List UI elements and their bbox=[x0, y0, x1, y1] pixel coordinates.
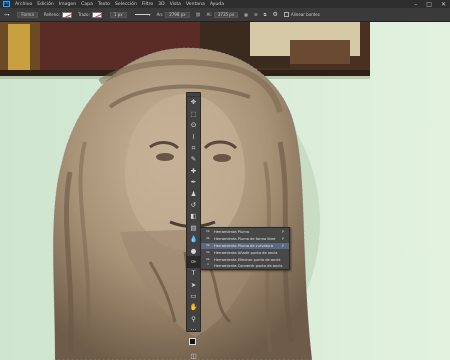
path-selection-tool-icon[interactable]: ➤ bbox=[187, 279, 200, 290]
flyout-item-label: Herramienta Pluma bbox=[214, 230, 249, 235]
maximize-icon[interactable]: □ bbox=[426, 1, 432, 8]
delete-anchor-point-icon: ✑ bbox=[205, 256, 211, 263]
window-controls: – □ ✕ bbox=[414, 0, 446, 8]
menu-seleccion[interactable]: Selección bbox=[115, 2, 137, 7]
menu-archivo[interactable]: Archivo bbox=[15, 2, 32, 7]
freeform-pen-icon: ✑ bbox=[205, 236, 211, 243]
fill-label: Relleno: bbox=[43, 12, 60, 17]
minimize-icon[interactable]: – bbox=[414, 1, 417, 8]
height-value: 3735 px bbox=[213, 11, 239, 18]
chevron-down-icon: ▾ bbox=[148, 12, 151, 17]
flyout-item-shortcut: P bbox=[281, 243, 284, 248]
lasso-tool-icon[interactable]: ʘ bbox=[187, 120, 200, 131]
mode-select[interactable]: Forma bbox=[15, 11, 38, 18]
menu-edicion[interactable]: Edición bbox=[37, 2, 54, 7]
convert-point-icon: ⌃ bbox=[205, 263, 211, 270]
pen-tool-icon[interactable]: ✑ bbox=[187, 256, 200, 268]
stroke-swatch[interactable] bbox=[91, 11, 102, 18]
move-tool-icon[interactable]: ✥ bbox=[187, 97, 200, 108]
path-operations-icon[interactable]: ▦ bbox=[244, 12, 248, 17]
path-alignment-icon[interactable]: ☰ bbox=[254, 12, 258, 17]
flyout-item-label: Herramienta Añadir punto de ancla bbox=[214, 250, 278, 255]
menu-ayuda[interactable]: Ayuda bbox=[210, 2, 224, 7]
foreground-color[interactable] bbox=[189, 338, 196, 346]
curvature-pen-icon: ✑ bbox=[205, 242, 211, 249]
tool-preset-picker[interactable]: ✑ ▾ bbox=[4, 12, 9, 17]
height-field[interactable]: Al: 3735 px bbox=[206, 11, 239, 18]
fill-swatch[interactable] bbox=[61, 11, 72, 18]
bust-photo bbox=[0, 22, 450, 360]
width-value: 2798 px bbox=[165, 11, 190, 18]
flyout-item-convert-point[interactable]: ⌃ Herramienta Convertir punto de ancla bbox=[201, 263, 289, 270]
flyout-item-shortcut: P bbox=[281, 230, 284, 235]
dodge-tool-icon[interactable]: ● bbox=[187, 245, 200, 256]
align-edges-checkbox[interactable]: Alinear bordes bbox=[283, 12, 320, 17]
menu-bar: Ps Archivo Edición Imagen Capa Texto Sel… bbox=[0, 0, 450, 8]
stroke-width-field[interactable]: 1 px bbox=[108, 11, 127, 18]
stroke-type-line bbox=[134, 14, 149, 15]
photoshop-logo-icon[interactable]: Ps bbox=[3, 1, 10, 7]
color-swatches[interactable] bbox=[187, 336, 200, 350]
stroke-label: Trazo: bbox=[77, 12, 90, 17]
quick-mask-icon[interactable]: ◫ bbox=[187, 350, 200, 360]
path-arrangement-icon[interactable]: ⧉ bbox=[264, 12, 267, 17]
flyout-item-add-anchor[interactable]: ✑ Herramienta Añadir punto de ancla bbox=[201, 249, 289, 256]
eyedropper-tool-icon[interactable]: ✎ bbox=[187, 154, 200, 165]
width-field[interactable]: An: 2798 px bbox=[156, 11, 190, 18]
marquee-tool-icon[interactable]: ⬚ bbox=[187, 108, 200, 119]
link-icon[interactable]: ⛓ bbox=[196, 12, 201, 17]
gradient-tool-icon[interactable]: ▤ bbox=[187, 222, 200, 233]
hand-tool-icon[interactable]: ✋ bbox=[187, 302, 200, 313]
flyout-item-label: Herramienta Pluma de curvatura bbox=[214, 243, 274, 248]
flyout-item-label: Herramienta Convertir punto de ancla bbox=[214, 264, 283, 269]
history-brush-tool-icon[interactable]: ↺ bbox=[187, 200, 200, 211]
eraser-tool-icon[interactable]: ◧ bbox=[187, 211, 200, 222]
healing-brush-tool-icon[interactable]: ✚ bbox=[187, 165, 200, 176]
type-tool-icon[interactable]: T bbox=[187, 268, 200, 279]
align-edges-label: Alinear bordes bbox=[290, 12, 320, 17]
menu-capa[interactable]: Capa bbox=[81, 2, 93, 7]
rectangle-tool-icon[interactable]: ▭ bbox=[187, 291, 200, 302]
pen-tool-flyout: ✑ Herramienta Pluma P ✑ Herramienta Plum… bbox=[200, 227, 290, 270]
gear-icon[interactable]: ⚙ bbox=[272, 11, 277, 18]
flyout-item-delete-anchor[interactable]: ✑ Herramienta Eliminar punto de ancla bbox=[201, 256, 289, 263]
flyout-item-curvature-pen[interactable]: ✑ Herramienta Pluma de curvatura P bbox=[201, 242, 289, 250]
chevron-down-icon: ▾ bbox=[7, 12, 10, 17]
add-anchor-point-icon: ✑ bbox=[205, 249, 211, 256]
pen-icon: ✑ bbox=[205, 229, 211, 236]
flyout-item-freeform-pen[interactable]: ✑ Herramienta Pluma de forma libre P bbox=[201, 236, 289, 243]
tools-panel: ✥ ⬚ ʘ ⌇ ⌗ ✎ ✚ ✒ ♟ ↺ ◧ ▤ 💧 ● ✑ T ➤ ▭ ✋ ⚲ … bbox=[186, 92, 201, 359]
menu-vista[interactable]: Vista bbox=[170, 2, 181, 7]
menu-ventana[interactable]: Ventana bbox=[186, 2, 205, 7]
zoom-tool-icon[interactable]: ⚲ bbox=[187, 313, 200, 324]
crop-tool-icon[interactable]: ⌗ bbox=[187, 143, 200, 154]
brush-tool-icon[interactable]: ✒ bbox=[187, 177, 200, 188]
quick-selection-tool-icon[interactable]: ⌇ bbox=[187, 131, 200, 142]
menu-3d[interactable]: 3D bbox=[158, 2, 164, 7]
close-icon[interactable]: ✕ bbox=[441, 1, 446, 8]
height-label: Al: bbox=[206, 12, 212, 17]
clone-stamp-tool-icon[interactable]: ♟ bbox=[187, 188, 200, 199]
flyout-item-pen[interactable]: ✑ Herramienta Pluma P bbox=[201, 229, 289, 236]
mode-value: Forma bbox=[17, 11, 38, 18]
fill-control[interactable]: Relleno: bbox=[43, 11, 72, 18]
checkbox-box bbox=[283, 12, 289, 17]
stroke-control[interactable]: Trazo: bbox=[77, 11, 102, 18]
more-tools-icon[interactable]: ··· bbox=[187, 325, 200, 336]
menu-imagen[interactable]: Imagen bbox=[59, 2, 76, 7]
stroke-type-select[interactable]: ▾ bbox=[133, 12, 151, 17]
menu-filtro[interactable]: Filtro bbox=[142, 2, 153, 7]
menu-texto[interactable]: Texto bbox=[98, 2, 110, 7]
flyout-item-shortcut: P bbox=[281, 237, 284, 242]
stroke-width-value: 1 px bbox=[109, 11, 127, 18]
document-canvas[interactable]: ✥ ⬚ ʘ ⌇ ⌗ ✎ ✚ ✒ ♟ ↺ ◧ ▤ 💧 ● ✑ T ➤ ▭ ✋ ⚲ … bbox=[0, 22, 450, 360]
options-bar: ✑ ▾ Forma Relleno: Trazo: 1 px ▾ An: 2798… bbox=[0, 8, 450, 22]
flyout-item-label: Herramienta Eliminar punto de ancla bbox=[214, 257, 281, 262]
blur-tool-icon[interactable]: 💧 bbox=[187, 234, 200, 245]
flyout-item-label: Herramienta Pluma de forma libre bbox=[214, 237, 276, 242]
width-label: An: bbox=[156, 12, 164, 17]
